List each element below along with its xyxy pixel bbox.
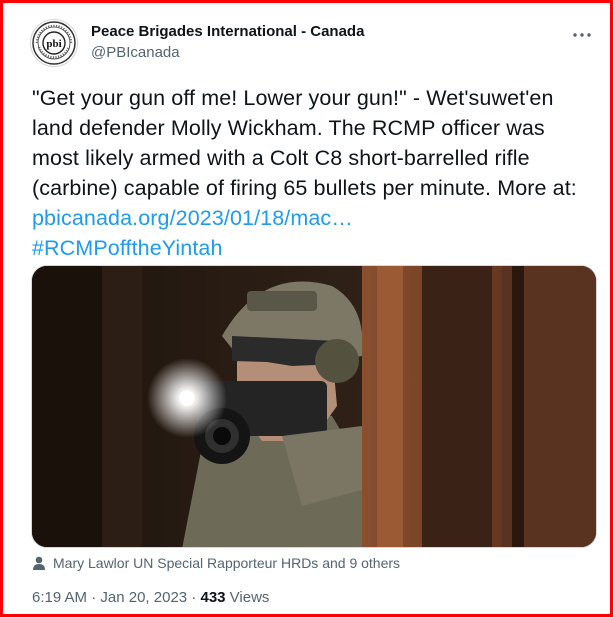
tweet-time[interactable]: 6:19 AM [32, 589, 87, 606]
pbi-logo-icon: pbi [32, 21, 76, 65]
author-handle[interactable]: @PBIcanada [91, 44, 180, 61]
tweet-body-text: "Get your gun off me! Lower your gun!" -… [32, 86, 577, 200]
meta-separator: · [87, 589, 101, 606]
person-icon [33, 556, 45, 570]
photo-image [32, 266, 596, 547]
tweet-meta: 6:19 AM · Jan 20, 2023 · 433 Views [32, 589, 269, 606]
meta-separator: · [187, 589, 201, 606]
tweet[interactable]: pbi Peace Brigades International - Canad… [3, 3, 610, 614]
tweet-photo[interactable] [31, 265, 597, 548]
tagged-people-text[interactable]: Mary Lawlor UN Special Rapporteur HRDs a… [53, 555, 400, 571]
tweet-date[interactable]: Jan 20, 2023 [100, 589, 187, 606]
svg-text:pbi: pbi [46, 38, 61, 50]
article-link[interactable]: pbicanada.org/2023/01/18/mac… [32, 206, 353, 230]
tweet-text: "Get your gun off me! Lower your gun!" -… [32, 83, 592, 263]
screenshot-frame: pbi Peace Brigades International - Canad… [0, 0, 613, 617]
views-count: 433 [200, 589, 226, 606]
tagged-people[interactable]: Mary Lawlor UN Special Rapporteur HRDs a… [33, 553, 400, 573]
views-label: Views [225, 589, 270, 606]
author-avatar[interactable]: pbi [30, 19, 78, 67]
author-display-name[interactable]: Peace Brigades International - Canada [91, 23, 364, 40]
hashtag-link[interactable]: #RCMPofftheYintah [32, 236, 223, 260]
more-options-icon[interactable] [572, 25, 592, 45]
